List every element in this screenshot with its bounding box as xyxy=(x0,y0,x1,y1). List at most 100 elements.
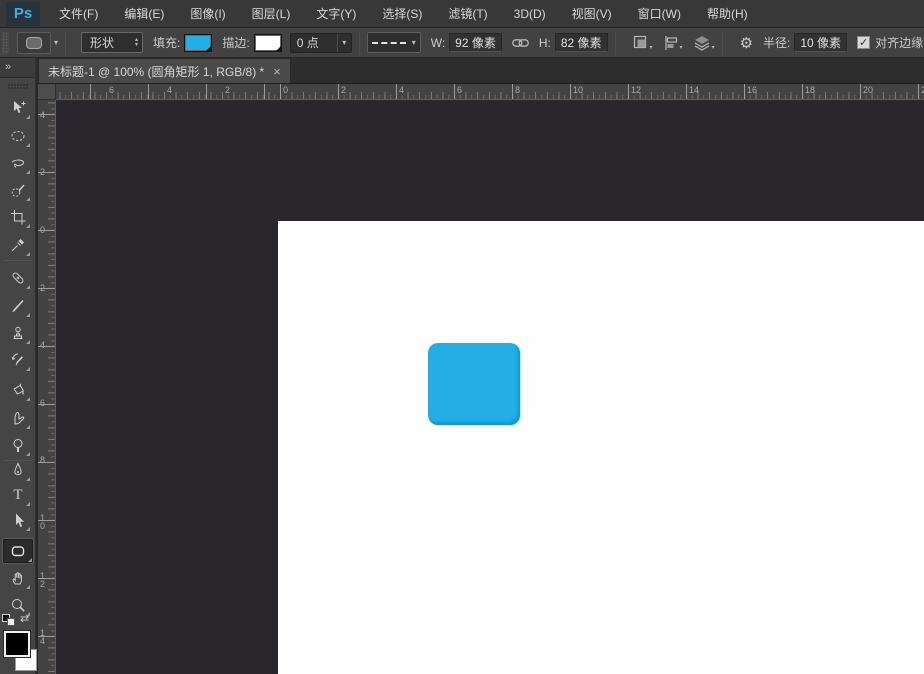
menu-item-2[interactable]: 图像(I) xyxy=(177,0,238,28)
menu-item-6[interactable]: 滤镜(T) xyxy=(435,0,500,28)
quick-selection-tool[interactable] xyxy=(5,178,31,202)
shape-width-field[interactable]: 92 像素 xyxy=(449,33,502,52)
zoom-tool[interactable] xyxy=(5,593,31,617)
type-tool[interactable]: T xyxy=(5,483,31,507)
hand-tool[interactable] xyxy=(5,566,31,590)
menu-item-9[interactable]: 窗口(W) xyxy=(625,0,694,28)
link-dimensions-icon[interactable] xyxy=(512,37,529,49)
fill-swatch[interactable] xyxy=(184,34,212,52)
marquee-tool[interactable] xyxy=(5,124,31,148)
clone-stamp-tool[interactable] xyxy=(5,321,31,345)
paint-bucket-tool-icon xyxy=(10,382,26,398)
default-background-chip xyxy=(7,618,15,626)
menu-items: 文件(F)编辑(E)图像(I)图层(L)文字(Y)选择(S)滤镜(T)3D(D)… xyxy=(46,0,761,28)
chevron-down-icon[interactable]: ▾ xyxy=(337,34,351,52)
path-alignment-button[interactable]: ▾ xyxy=(663,35,683,51)
tools-panel: » ⇄ T xyxy=(0,58,36,674)
path-arrangement-button[interactable]: ▾ xyxy=(693,35,715,51)
tool-mode-select[interactable]: 形状 ▴▾ xyxy=(81,32,143,53)
eyedropper-tool-icon xyxy=(10,237,26,253)
height-label: H: xyxy=(539,36,551,50)
h-ruler-label: 12 xyxy=(631,85,641,95)
v-ruler-label: 2 xyxy=(40,284,48,292)
document-tab[interactable]: 未标题-1 @ 100% (圆角矩形 1, RGB/8) * × xyxy=(38,58,291,83)
foreground-color-swatch[interactable] xyxy=(4,631,30,657)
align-edges-checkbox[interactable]: ✓ xyxy=(857,36,870,49)
corner-radius-field[interactable]: 10 像素 xyxy=(794,33,847,52)
type-tool-glyph: T xyxy=(13,487,22,504)
chevron-down-icon: ▾ xyxy=(650,44,653,51)
rounded-rectangle-shape[interactable] xyxy=(428,343,520,425)
gear-icon[interactable]: ⚙ xyxy=(740,34,753,52)
h-ruler-label: 18 xyxy=(805,85,815,95)
marquee-tool-icon xyxy=(10,128,26,144)
pen-tool[interactable] xyxy=(5,458,31,482)
h-ruler-label: 16 xyxy=(747,85,757,95)
smudge-tool[interactable] xyxy=(5,406,31,430)
hand-tool-icon xyxy=(10,570,26,586)
tool-mode-value: 形状 xyxy=(90,34,114,51)
h-ruler-label: 20 xyxy=(863,85,873,95)
v-ruler-label: 6 xyxy=(40,399,48,407)
toolbar-collapse-button[interactable]: » xyxy=(0,58,35,78)
spot-healing-brush-tool-icon xyxy=(10,270,26,286)
move-tool[interactable] xyxy=(5,96,31,120)
menu-item-10[interactable]: 帮助(H) xyxy=(694,0,761,28)
zoom-tool-icon xyxy=(10,597,26,613)
v-ruler-label: 4 xyxy=(40,341,48,349)
path-selection-tool[interactable] xyxy=(5,508,31,532)
dashed-line-icon xyxy=(372,42,406,44)
rounded-rectangle-tool-icon xyxy=(10,543,26,559)
corner-radius-value: 10 像素 xyxy=(800,34,841,51)
paint-bucket-tool[interactable] xyxy=(5,378,31,402)
rounded-rectangle-tool[interactable] xyxy=(3,539,33,563)
lasso-tool[interactable] xyxy=(5,151,31,175)
stroke-style-dropdown[interactable]: ▾ xyxy=(367,32,421,53)
path-selection-tool-icon xyxy=(10,512,26,528)
shape-height-field[interactable]: 82 像素 xyxy=(555,33,608,52)
menu-item-7[interactable]: 3D(D) xyxy=(501,0,559,28)
chevron-down-icon[interactable]: ▾ xyxy=(54,38,58,47)
rounded-rectangle-preset-icon xyxy=(26,37,42,49)
stroke-width-value: 0 点 xyxy=(291,34,337,51)
history-brush-tool[interactable] xyxy=(5,348,31,372)
menu-item-0[interactable]: 文件(F) xyxy=(46,0,111,28)
vertical-ruler[interactable]: 42024681 01 21 4 xyxy=(38,100,56,674)
dodge-tool[interactable] xyxy=(5,433,31,457)
v-ruler-label: 1 0 xyxy=(40,514,48,530)
stroke-swatch[interactable] xyxy=(254,34,282,52)
brush-tool[interactable] xyxy=(5,294,31,318)
separator xyxy=(4,260,32,261)
options-bar-grip[interactable] xyxy=(2,32,9,54)
crop-tool[interactable] xyxy=(5,205,31,229)
close-icon[interactable]: × xyxy=(273,65,281,78)
document-tab-bar: 未标题-1 @ 100% (圆角矩形 1, RGB/8) * × xyxy=(36,58,924,84)
h-ruler-label: 2 xyxy=(225,85,230,95)
eyedropper-tool[interactable] xyxy=(5,233,31,257)
path-operations-button[interactable]: ▾ xyxy=(633,35,653,51)
menu-item-3[interactable]: 图层(L) xyxy=(239,0,304,28)
v-ruler-label: 8 xyxy=(40,456,48,464)
h-ruler-label: 2 xyxy=(341,85,346,95)
horizontal-ruler[interactable]: 86420246810121416182022 xyxy=(38,84,924,100)
tool-options-bar: ▾ 形状 ▴▾ 填充: 描边: 0 点 ▾ ▾ W: 92 像素 H: 82 像… xyxy=(0,28,924,58)
menu-item-4[interactable]: 文字(Y) xyxy=(303,0,369,28)
spot-healing-brush-tool[interactable] xyxy=(5,266,31,290)
tool-preset-picker[interactable] xyxy=(17,32,51,54)
v-ruler-label: 4 xyxy=(40,111,48,119)
menu-item-5[interactable]: 选择(S) xyxy=(369,0,435,28)
h-ruler-label: 6 xyxy=(457,85,462,95)
menu-item-1[interactable]: 编辑(E) xyxy=(111,0,177,28)
chevron-down-icon: ▾ xyxy=(680,44,683,51)
h-ruler-label: 0 xyxy=(283,85,288,95)
radius-label: 半径: xyxy=(763,34,790,51)
canvas[interactable] xyxy=(278,221,924,674)
h-ruler-label: 8 xyxy=(515,85,520,95)
v-ruler-label: 1 2 xyxy=(40,572,48,588)
ruler-origin-box[interactable] xyxy=(38,84,56,100)
menu-item-8[interactable]: 视图(V) xyxy=(559,0,625,28)
document-tab-title: 未标题-1 @ 100% (圆角矩形 1, RGB/8) * xyxy=(48,63,264,80)
toolbar-grip[interactable] xyxy=(8,84,28,90)
stroke-width-combobox[interactable]: 0 点 ▾ xyxy=(290,33,352,53)
shape-height-value: 82 像素 xyxy=(561,34,602,51)
